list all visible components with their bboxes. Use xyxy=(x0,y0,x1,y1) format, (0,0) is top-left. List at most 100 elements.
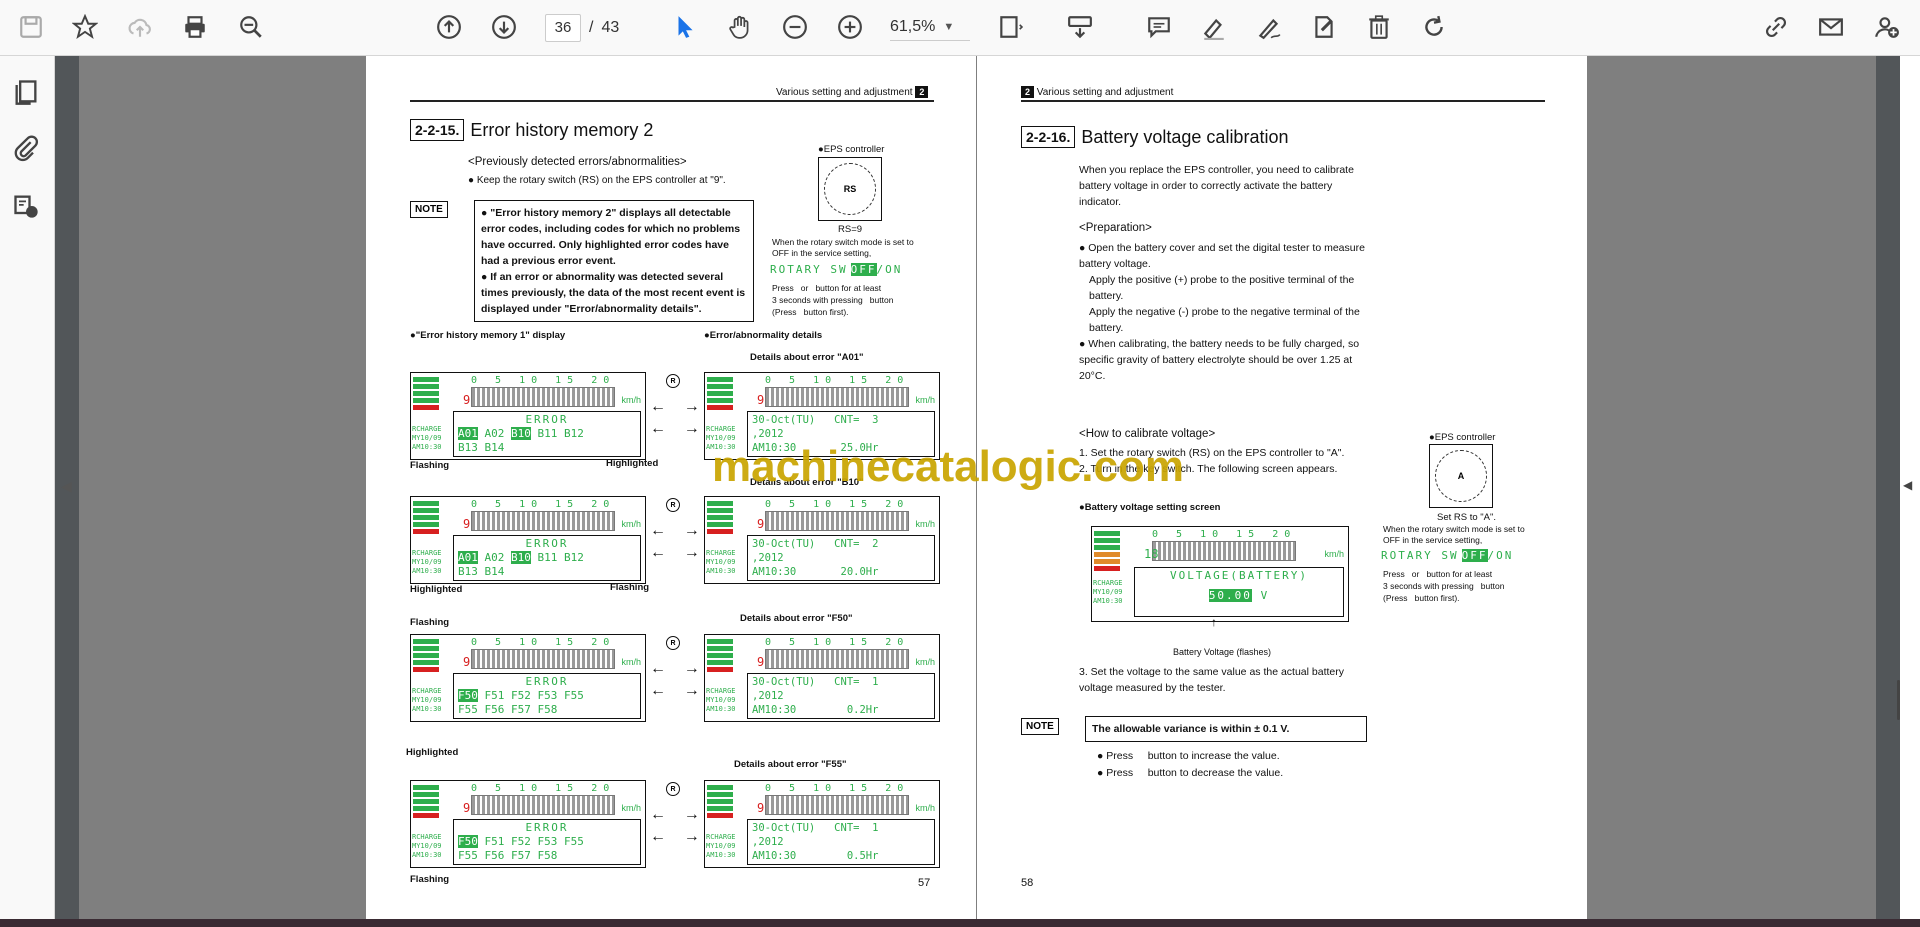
key-button-icon: R xyxy=(666,374,680,388)
zoom-search-icon[interactable] xyxy=(236,12,266,42)
details-f55-title: Details about error "F55" xyxy=(734,759,847,770)
zoom-out-icon[interactable] xyxy=(780,12,810,42)
error-code: B11 xyxy=(537,427,558,440)
comment-icon[interactable] xyxy=(1144,12,1174,42)
prev-page-arrow-icon[interactable]: ◀ xyxy=(61,478,72,495)
flow-arrows-icon: ← → ← → xyxy=(650,398,700,437)
rotary-sw-display: ROTARY SW OFF/ON xyxy=(770,262,902,278)
select-cursor-icon[interactable] xyxy=(670,12,700,42)
section-number: 2-2-15. xyxy=(410,119,465,141)
error-code: B11 xyxy=(537,551,558,564)
zoom-select[interactable]: 61,5% ▼ xyxy=(890,14,970,41)
email-icon[interactable] xyxy=(1816,12,1846,42)
print-icon[interactable] xyxy=(180,12,210,42)
speed-unit: km/h xyxy=(621,803,641,813)
lcd-side-text: RCHARGE MY10/09 AM10:30 xyxy=(706,549,736,575)
delete-icon[interactable] xyxy=(1364,12,1394,42)
error-codes-line-1: F50 F51 F52 F53 F55 xyxy=(458,689,636,703)
battery-gauge xyxy=(707,501,733,545)
detail-line-3: AM10:30 0.5Hr xyxy=(752,850,879,862)
flow-arrows-icon: ← → ← → xyxy=(650,660,700,699)
error-codes-line-2: B13 B14 xyxy=(458,565,505,578)
lcd-digit: 9 xyxy=(463,517,471,531)
lcd-digit: 18 xyxy=(1144,547,1159,561)
voltage-value: 50.00 xyxy=(1208,589,1252,602)
rotary-on: /ON xyxy=(876,263,903,276)
note-box: ● "Error history memory 2" displays all … xyxy=(474,200,754,322)
speed-unit: km/h xyxy=(621,657,641,667)
save-icon[interactable] xyxy=(16,12,46,42)
page-up-icon[interactable] xyxy=(434,12,464,42)
col-right-title: ●Error/abnormality details xyxy=(704,330,823,341)
lcd-digit: 9 xyxy=(463,393,471,407)
step-3: 3. Set the voltage to the same value as … xyxy=(1079,666,1344,694)
fit-page-icon[interactable] xyxy=(995,12,1025,42)
stamp-icon[interactable] xyxy=(1309,12,1339,42)
error-code: A02 xyxy=(484,551,505,564)
error-detail-lcd: 0 5 10 15 20 km/h 9 RCHARGE MY10/09 AM10:30… xyxy=(704,780,940,868)
error-code: F55 xyxy=(564,689,584,702)
page-down-icon[interactable] xyxy=(489,12,519,42)
note-item-1: ● "Error history memory 2" displays all … xyxy=(481,207,741,267)
flow-arrows-icon: ← → ← → xyxy=(650,806,700,845)
speed-scale: 0 5 10 15 20 xyxy=(471,783,616,794)
battery-gauge xyxy=(707,639,733,683)
speed-unit: km/h xyxy=(915,395,935,405)
key-button-icon: R xyxy=(666,636,680,650)
detail-line-2: ,2012 xyxy=(752,428,784,440)
scrollbar-thumb[interactable] xyxy=(1897,680,1900,720)
label-flashing: Flashing xyxy=(410,460,450,471)
lcd-side-text: RCHARGE MY10/09 AM10:30 xyxy=(706,833,736,859)
battery-gauge xyxy=(413,785,439,829)
zoom-level: 61,5% xyxy=(890,18,936,35)
rotary-off: OFF xyxy=(1461,549,1488,562)
add-user-icon[interactable] xyxy=(1872,12,1902,42)
attachments-icon[interactable] xyxy=(12,134,42,164)
error-codes-line-2: F55 F56 F57 F58 xyxy=(458,703,558,716)
section-heading: 2-2-16. Battery voltage calibration xyxy=(1021,126,1288,148)
lcd-side-text: RCHARGE MY10/09 AM10:30 xyxy=(1093,579,1123,605)
label-flashing-2: Flashing xyxy=(610,582,650,593)
speed-bar xyxy=(471,795,615,815)
lcd-digit: 9 xyxy=(757,655,765,669)
detail-line-2: ,2012 xyxy=(752,690,784,702)
bookmark-star-icon[interactable] xyxy=(70,12,100,42)
taskbar-strip xyxy=(0,919,1920,927)
error-code: F51 xyxy=(484,835,505,848)
page-navigator: 36 / 43 xyxy=(545,14,619,42)
details-a01-title: Details about error "A01" xyxy=(750,352,864,363)
detail-line-1: 30-Oct(TU) CNT= 2 xyxy=(752,538,879,550)
error-code: B10 xyxy=(511,551,531,564)
error-code: F53 xyxy=(537,689,558,702)
cloud-upload-icon[interactable] xyxy=(125,12,155,42)
lcd-digit: 9 xyxy=(463,801,471,815)
lcd-side-text: RCHARGE MY10/09 AM10:30 xyxy=(412,833,442,859)
error-code: F52 xyxy=(511,689,531,702)
rotate-icon[interactable] xyxy=(1419,12,1449,42)
chapter-badge: 2 xyxy=(915,86,929,98)
key-button-icon: R xyxy=(666,782,680,796)
next-page-arrow-icon[interactable]: ◀ xyxy=(1903,478,1912,492)
share-link-icon[interactable] xyxy=(1761,12,1791,42)
error-title: ERROR xyxy=(525,537,569,550)
hand-pan-icon[interactable] xyxy=(725,12,755,42)
scroll-mode-icon[interactable] xyxy=(1065,12,1095,42)
zoom-in-icon[interactable] xyxy=(835,12,865,42)
page-number-input[interactable]: 36 xyxy=(545,14,581,42)
error-code: F53 xyxy=(537,835,558,848)
details-f50-title: Details about error "F50" xyxy=(740,613,853,624)
draw-icon[interactable] xyxy=(1254,12,1284,42)
error-code: F50 xyxy=(458,689,478,702)
battery-gauge xyxy=(413,639,439,683)
highlight-pen-icon[interactable] xyxy=(1199,12,1229,42)
bullet-rotary-switch: ● Keep the rotary switch (RS) on the EPS… xyxy=(468,175,726,186)
battery-gauge xyxy=(707,785,733,829)
page-thumbnails-icon[interactable] xyxy=(12,78,42,108)
label-highlighted-2: Highlighted xyxy=(410,584,463,595)
layers-icon[interactable] xyxy=(12,192,42,222)
lcd-side-text: RCHARGE MY10/09 AM10:30 xyxy=(412,549,442,575)
battery-gauge xyxy=(413,377,439,421)
speed-bar xyxy=(765,387,909,407)
error-code: A02 xyxy=(484,427,505,440)
section-heading: 2-2-15. Error history memory 2 xyxy=(410,119,653,141)
